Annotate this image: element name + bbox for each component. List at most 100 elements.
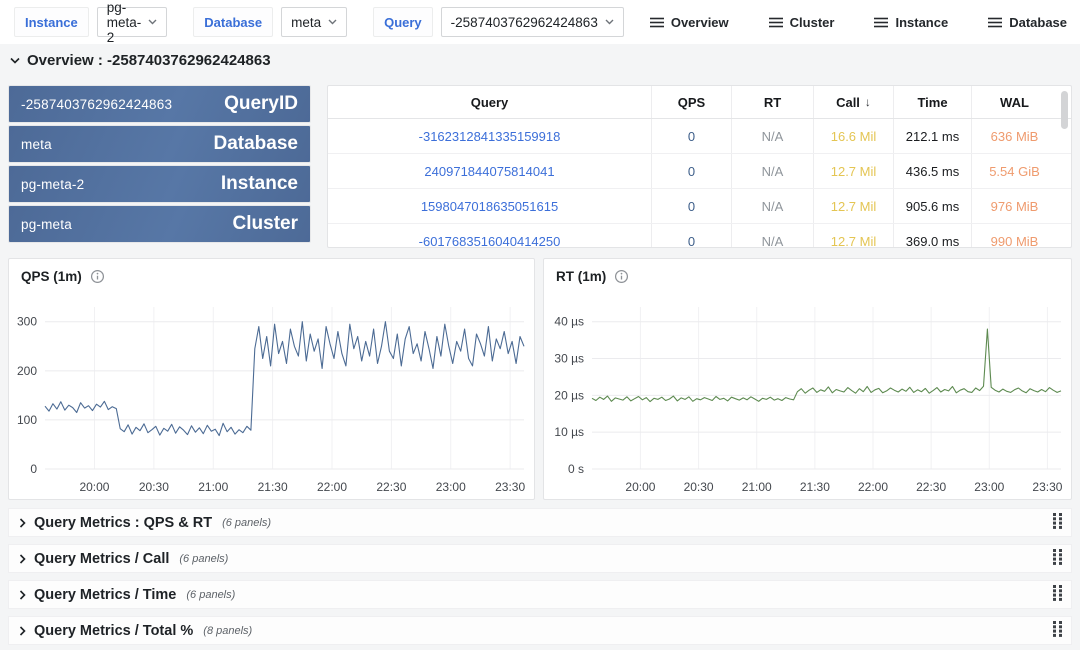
time-cell: 436.5 ms (893, 154, 971, 188)
svg-text:20:00: 20:00 (79, 480, 109, 494)
link-instance-label: Instance (895, 15, 948, 30)
instance-dropdown[interactable]: pg-meta-2 (97, 7, 168, 37)
chevron-down-icon (605, 19, 614, 25)
rt-chart: 20:0020:3021:0021:3022:0022:3023:0023:30… (544, 287, 1071, 499)
wal-cell: 636 MiB (971, 119, 1057, 153)
info-icon[interactable] (90, 269, 105, 284)
row-query-metrics-qps-rt[interactable]: Query Metrics : QPS & RT (6 panels) (8, 508, 1072, 537)
stat-cluster: pg-meta Cluster (8, 205, 311, 243)
col-header-qps[interactable]: QPS (651, 86, 731, 118)
instance-dropdown-value: pg-meta-2 (107, 0, 142, 45)
drag-handle-icon[interactable] (1052, 584, 1063, 601)
row-query-metrics-time[interactable]: Query Metrics / Time (6 panels) (8, 580, 1072, 609)
table-header-row: Query QPS RT Call↓ Time WAL (328, 86, 1071, 119)
col-header-call[interactable]: Call↓ (813, 86, 893, 118)
query-var-label: Query (373, 7, 433, 37)
stat-database: meta Database (8, 125, 311, 163)
col-header-time[interactable]: Time (893, 86, 971, 118)
qps-cell: 0 (651, 154, 731, 188)
database-dropdown[interactable]: meta (281, 7, 347, 37)
query-link[interactable]: -6017683516040414250 (328, 224, 651, 248)
dashboard-links: Overview Cluster Instance Database (650, 15, 1071, 30)
section-header-overview[interactable]: Overview : -2587403762962424863 (10, 52, 271, 69)
table-row: 240971844075814041 0 N/A 12.7 Mil 436.5 … (328, 154, 1071, 189)
rt-cell: N/A (731, 119, 813, 153)
qps-panel-title: QPS (1m) (21, 269, 82, 284)
table-row: 1598047018635051615 0 N/A 12.7 Mil 905.6… (328, 189, 1071, 224)
time-cell: 905.6 ms (893, 189, 971, 223)
stat-database-value: meta (21, 137, 52, 152)
row-query-metrics-call[interactable]: Query Metrics / Call (6 panels) (8, 544, 1072, 573)
link-cluster-label: Cluster (790, 15, 835, 30)
svg-text:23:00: 23:00 (974, 480, 1004, 494)
query-link[interactable]: -3162312841335159918 (328, 119, 651, 153)
time-cell: 369.0 ms (893, 224, 971, 248)
link-overview[interactable]: Overview (650, 15, 729, 30)
qps-chart: 20:0020:3021:0021:3022:0022:3023:0023:30… (9, 287, 534, 499)
col-header-wal[interactable]: WAL (971, 86, 1057, 118)
link-database[interactable]: Database (988, 15, 1067, 30)
row-title: Query Metrics / Total % (34, 623, 193, 639)
link-cluster[interactable]: Cluster (769, 15, 835, 30)
svg-text:21:00: 21:00 (742, 480, 772, 494)
time-cell: 212.1 ms (893, 119, 971, 153)
chevron-right-icon (19, 518, 26, 528)
drag-handle-icon[interactable] (1052, 620, 1063, 637)
rt-panel-header: RT (1m) (544, 259, 1071, 287)
stat-instance: pg-meta-2 Instance (8, 165, 311, 203)
call-cell: 12.7 Mil (813, 224, 893, 248)
rt-chart-panel: RT (1m) 20:0020:3021:0021:3022:0022:3023… (543, 258, 1072, 500)
row-title: Query Metrics : QPS & RT (34, 515, 212, 531)
table-row: -6017683516040414250 0 N/A 12.7 Mil 369.… (328, 224, 1071, 248)
svg-text:21:30: 21:30 (800, 480, 830, 494)
svg-text:300: 300 (17, 315, 37, 329)
svg-text:0 s: 0 s (568, 462, 584, 476)
table-row: -3162312841335159918 0 N/A 16.6 Mil 212.… (328, 119, 1071, 154)
database-dropdown-value: meta (291, 15, 321, 30)
row-title: Query Metrics / Call (34, 551, 169, 567)
stat-instance-value: pg-meta-2 (21, 177, 84, 192)
topbar: Instance pg-meta-2 Database meta Query -… (0, 0, 1080, 44)
qps-cell: 0 (651, 119, 731, 153)
wal-cell: 976 MiB (971, 189, 1057, 223)
query-dropdown[interactable]: -2587403762962424863 (441, 7, 624, 37)
list-icon (650, 17, 664, 28)
svg-text:23:30: 23:30 (495, 480, 525, 494)
section-title: Overview : -2587403762962424863 (27, 52, 271, 69)
rt-cell: N/A (731, 189, 813, 223)
list-icon (769, 17, 783, 28)
svg-text:21:00: 21:00 (198, 480, 228, 494)
info-icon[interactable] (614, 269, 629, 284)
table-scrollbar[interactable] (1061, 91, 1068, 129)
call-cell: 12.7 Mil (813, 189, 893, 223)
stat-instance-label: Instance (221, 173, 298, 195)
wal-cell: 990 MiB (971, 224, 1057, 248)
call-cell: 12.7 Mil (813, 154, 893, 188)
row-title: Query Metrics / Time (34, 587, 176, 603)
stat-cluster-label: Cluster (233, 213, 298, 235)
svg-text:10 µs: 10 µs (554, 425, 584, 439)
stat-queryid-label: QueryID (224, 93, 298, 115)
col-header-query[interactable]: Query (328, 86, 651, 118)
link-overview-label: Overview (671, 15, 729, 30)
query-link[interactable]: 240971844075814041 (328, 154, 651, 188)
svg-text:0: 0 (30, 462, 37, 476)
list-icon (874, 17, 888, 28)
col-header-rt[interactable]: RT (731, 86, 813, 118)
drag-handle-icon[interactable] (1052, 548, 1063, 565)
row-panel-count: (6 panels) (222, 517, 271, 529)
call-cell: 16.6 Mil (813, 119, 893, 153)
stat-queryid: -2587403762962424863 QueryID (8, 85, 311, 123)
svg-text:20:30: 20:30 (684, 480, 714, 494)
var-group-database: Database meta (193, 7, 347, 37)
query-dropdown-value: -2587403762962424863 (451, 15, 598, 30)
stat-cards: -2587403762962424863 QueryID meta Databa… (8, 85, 311, 243)
query-link[interactable]: 1598047018635051615 (328, 189, 651, 223)
row-query-metrics-total-pct[interactable]: Query Metrics / Total % (8 panels) (8, 616, 1072, 645)
drag-handle-icon[interactable] (1052, 512, 1063, 529)
link-instance[interactable]: Instance (874, 15, 948, 30)
svg-text:20 µs: 20 µs (554, 388, 584, 402)
svg-text:23:30: 23:30 (1032, 480, 1062, 494)
row-panel-count: (6 panels) (186, 589, 235, 601)
svg-text:20:00: 20:00 (625, 480, 655, 494)
